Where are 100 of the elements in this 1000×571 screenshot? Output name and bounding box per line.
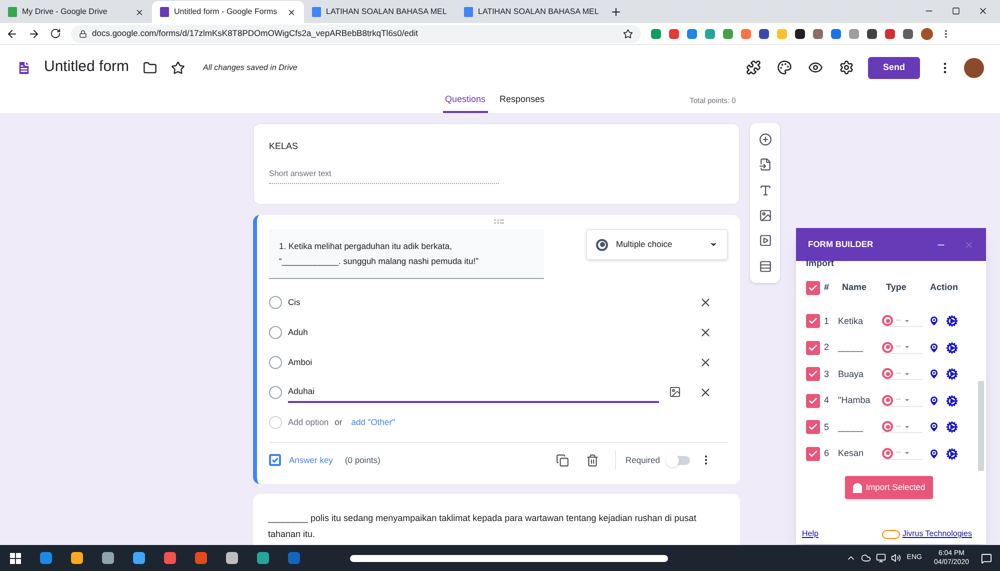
question-text-field[interactable]: 1. Ketika melihat pergaduhan itu adik berkata, “____________. sungguh malang nashi pemuda itu!” bbox=[269, 229, 544, 280]
drag-handle-icon[interactable] bbox=[494, 219, 504, 224]
form-title[interactable]: Untitled form bbox=[44, 56, 130, 79]
settings-icon[interactable] bbox=[839, 60, 854, 75]
close-icon[interactable] bbox=[287, 8, 296, 16]
title-icon[interactable] bbox=[758, 184, 772, 197]
import-icon[interactable] bbox=[758, 158, 772, 172]
settings-icon[interactable] bbox=[946, 368, 958, 380]
browser-tab[interactable]: My Drive - Google Drive bbox=[0, 1, 152, 23]
image-icon[interactable] bbox=[758, 209, 772, 222]
settings-icon[interactable] bbox=[946, 342, 958, 354]
star-icon[interactable] bbox=[171, 60, 186, 74]
taskbar-app-icon[interactable] bbox=[71, 552, 83, 564]
option-field[interactable]: Cis bbox=[288, 291, 659, 314]
start-icon[interactable] bbox=[10, 552, 21, 564]
taskbar-app-icon[interactable] bbox=[195, 552, 207, 564]
checkbox[interactable] bbox=[806, 446, 820, 461]
browser-tab[interactable]: Untitled form - Google Forms bbox=[152, 1, 304, 23]
checkbox[interactable] bbox=[806, 281, 820, 295]
question-title[interactable]: KELAS bbox=[269, 140, 724, 154]
taskbar-app-icon[interactable] bbox=[102, 552, 114, 564]
section-icon[interactable] bbox=[758, 260, 772, 273]
required-toggle[interactable] bbox=[668, 456, 690, 465]
map-pin-icon[interactable] bbox=[928, 394, 940, 407]
checkbox[interactable] bbox=[806, 394, 820, 408]
map-pin-icon[interactable] bbox=[928, 315, 940, 328]
radio-button[interactable] bbox=[269, 386, 282, 399]
settings-icon[interactable] bbox=[946, 421, 958, 434]
palette-icon[interactable] bbox=[777, 60, 792, 75]
network-icon[interactable] bbox=[876, 553, 886, 563]
volume-icon[interactable] bbox=[890, 553, 901, 563]
bookmark-star-icon[interactable] bbox=[623, 28, 633, 38]
remove-option-icon[interactable] bbox=[699, 356, 712, 369]
taskbar-app-icon[interactable] bbox=[257, 552, 269, 564]
option-field[interactable]: Aduh bbox=[288, 321, 659, 344]
duplicate-icon[interactable] bbox=[556, 454, 568, 467]
option-field[interactable]: Aduhai bbox=[288, 381, 659, 404]
maximize-icon[interactable] bbox=[952, 7, 960, 15]
checkbox[interactable] bbox=[806, 367, 820, 382]
form-tab[interactable]: Responses bbox=[498, 92, 547, 113]
close-icon[interactable] bbox=[978, 6, 988, 16]
settings-icon[interactable] bbox=[946, 315, 958, 328]
scrollbar[interactable] bbox=[978, 381, 984, 471]
checkbox[interactable] bbox=[806, 420, 820, 434]
question-text[interactable]: ________ polis itu sedang menyampaikan taklimat kepada para wartawan tentang kejadian rushan di pusat tahanan itu. bbox=[268, 510, 725, 542]
preview-icon[interactable] bbox=[808, 60, 823, 75]
checkbox[interactable] bbox=[806, 314, 820, 328]
radio-button[interactable] bbox=[269, 356, 282, 369]
company-link[interactable]: Jivrus Technologies bbox=[902, 528, 972, 540]
close-icon[interactable] bbox=[135, 8, 144, 16]
add-option-field[interactable]: Add option bbox=[288, 416, 329, 428]
image-icon[interactable] bbox=[669, 386, 681, 398]
browser-tab[interactable]: LATIHAN SOALAN BAHASA MEL bbox=[456, 1, 608, 23]
send-button[interactable]: Send bbox=[868, 56, 920, 78]
row-number: 3 bbox=[824, 368, 830, 380]
notifications-icon[interactable] bbox=[981, 552, 992, 564]
map-pin-icon[interactable] bbox=[928, 448, 940, 460]
avatar[interactable] bbox=[921, 28, 933, 40]
dropdown-caret-icon bbox=[904, 318, 910, 324]
browser-tab[interactable]: LATIHAN SOALAN BAHASA MEL bbox=[304, 1, 456, 23]
map-pin-icon[interactable] bbox=[928, 421, 940, 434]
taskbar-app-icon[interactable] bbox=[226, 552, 238, 564]
question-type-dropdown[interactable]: Multiple choice bbox=[586, 229, 728, 260]
dropdown-caret-icon bbox=[904, 370, 910, 377]
address-bar[interactable]: docs.google.com/forms/d/17zlmKsK8T8PDOmOWigCfs2a_vepARBebB8trkqTl6s0/edit bbox=[71, 24, 641, 42]
search-box[interactable] bbox=[350, 554, 668, 562]
column-header: # bbox=[824, 281, 830, 294]
new-tab-icon[interactable] bbox=[610, 6, 622, 18]
remove-option-icon[interactable] bbox=[699, 386, 712, 399]
delete-icon[interactable] bbox=[586, 454, 598, 467]
answer-field[interactable]: Short answer text bbox=[269, 168, 499, 184]
add-question-icon[interactable] bbox=[758, 133, 772, 146]
help-link[interactable]: Help bbox=[802, 528, 818, 540]
radio-button[interactable] bbox=[269, 326, 282, 339]
map-pin-icon[interactable] bbox=[928, 368, 940, 380]
puzzle-icon[interactable] bbox=[746, 60, 761, 75]
taskbar-app-icon[interactable] bbox=[133, 552, 145, 564]
settings-icon[interactable] bbox=[946, 448, 958, 460]
back-icon[interactable] bbox=[6, 28, 18, 40]
forms-logo-icon[interactable] bbox=[16, 60, 32, 76]
tab-title: Untitled form - Google Forms bbox=[174, 6, 278, 18]
folder-icon[interactable] bbox=[143, 60, 158, 74]
reload-icon[interactable] bbox=[50, 28, 61, 39]
option-field[interactable]: Amboi bbox=[288, 351, 659, 374]
map-pin-icon[interactable] bbox=[928, 342, 940, 354]
answer-key-button[interactable]: Answer key bbox=[269, 454, 333, 467]
tab-title: My Drive - Google Drive bbox=[22, 6, 108, 18]
settings-icon[interactable] bbox=[946, 394, 958, 407]
taskbar-app-icon[interactable] bbox=[40, 552, 52, 564]
forward-icon[interactable] bbox=[28, 28, 40, 40]
taskbar-app-icon[interactable] bbox=[164, 552, 176, 564]
add-other-link[interactable]: add "Other" bbox=[351, 416, 396, 428]
remove-option-icon[interactable] bbox=[699, 326, 712, 339]
form-tab[interactable]: Questions bbox=[443, 92, 488, 113]
radio-button[interactable] bbox=[269, 296, 282, 309]
checkbox[interactable] bbox=[806, 340, 820, 355]
avatar[interactable] bbox=[964, 58, 984, 78]
cloud-icon[interactable] bbox=[860, 553, 871, 563]
video-icon[interactable] bbox=[758, 234, 772, 248]
remove-option-icon[interactable] bbox=[699, 296, 712, 309]
